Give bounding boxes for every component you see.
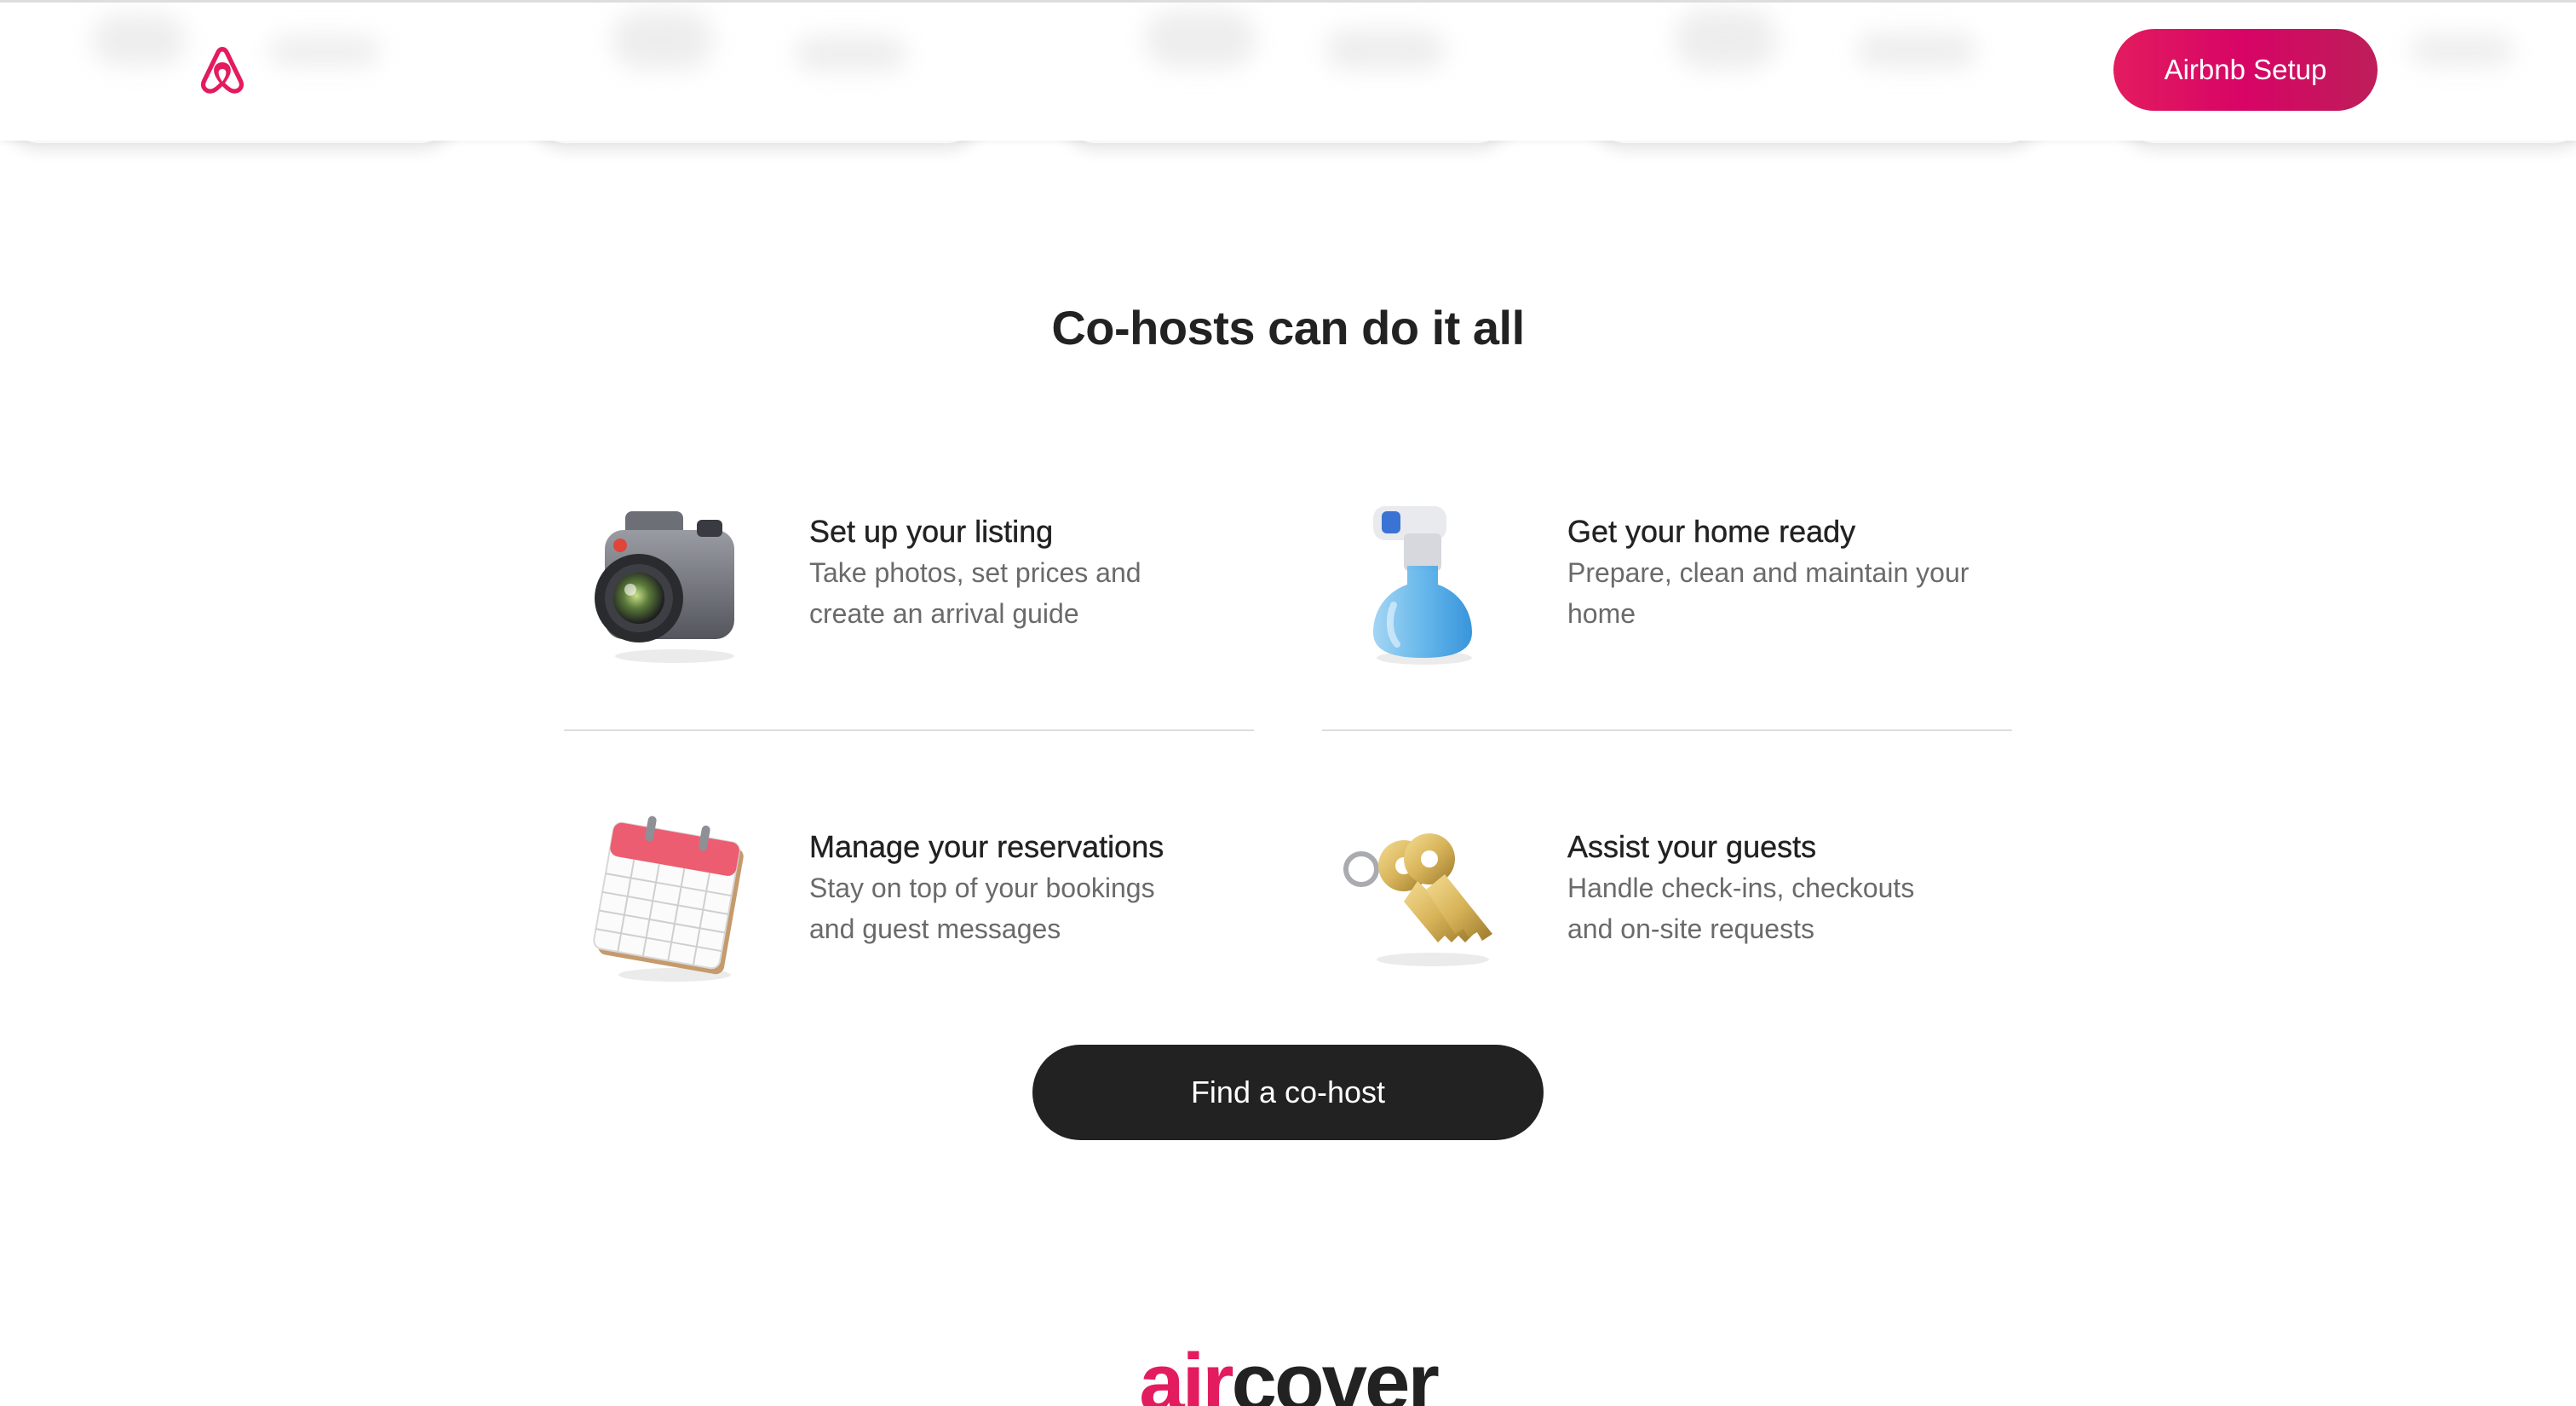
feature-description: Handle check-ins, checkouts bbox=[1567, 873, 1915, 903]
divider bbox=[1322, 729, 2012, 731]
feature-text: Set up your listing Take photos, set pri… bbox=[809, 511, 1252, 634]
airbnb-setup-button[interactable]: Airbnb Setup bbox=[2113, 29, 2378, 111]
blurred-content bbox=[1325, 30, 1445, 69]
feature-title: Manage your reservations bbox=[809, 829, 1164, 864]
blurred-content bbox=[92, 14, 186, 66]
page: Airbnb Setup Co-hosts can do it all Set … bbox=[0, 0, 2576, 1406]
aircover-cover-text: cover bbox=[1231, 1337, 1440, 1406]
feature-title: Set up your listing bbox=[809, 514, 1054, 549]
divider bbox=[564, 729, 1254, 731]
feature-title: Assist your guests bbox=[1567, 829, 1817, 864]
feature-description: create an arrival guide bbox=[809, 598, 1079, 629]
feature-description: Prepare, clean and maintain your bbox=[1567, 557, 1969, 588]
feature-description: Take photos, set prices and bbox=[809, 557, 1141, 588]
feature-assist-guests: Assist your guests Handle check-ins, che… bbox=[1322, 792, 2012, 1014]
feature-title: Get your home ready bbox=[1567, 514, 1856, 549]
aircover-air-text: air bbox=[1139, 1337, 1233, 1406]
spray-bottle-icon bbox=[1322, 477, 1527, 682]
feature-description: Stay on top of your bookings bbox=[809, 873, 1155, 903]
blurred-content bbox=[1675, 9, 1777, 69]
aircover-logo: aircover bbox=[0, 1336, 2576, 1406]
find-cohost-button[interactable]: Find a co-host bbox=[1032, 1045, 1544, 1140]
feature-description: and guest messages bbox=[809, 913, 1061, 944]
airbnb-logo-icon[interactable] bbox=[193, 41, 252, 101]
blurred-content bbox=[1857, 33, 1976, 67]
feature-description: home bbox=[1567, 598, 1636, 629]
blurred-content bbox=[612, 11, 714, 69]
keys-icon bbox=[1322, 792, 1527, 997]
calendar-icon bbox=[564, 792, 768, 997]
feature-text: Get your home ready Prepare, clean and m… bbox=[1567, 511, 2010, 634]
blurred-content bbox=[796, 37, 906, 71]
section-title: Co-hosts can do it all bbox=[1051, 301, 1525, 354]
feature-manage-reservations: Manage your reservations Stay on top of … bbox=[564, 792, 1254, 1014]
camera-icon bbox=[564, 477, 768, 682]
feature-text: Manage your reservations Stay on top of … bbox=[809, 827, 1252, 949]
blurred-content bbox=[1145, 11, 1256, 67]
feature-home-ready: Get your home ready Prepare, clean and m… bbox=[1322, 477, 2012, 699]
blurred-content bbox=[269, 37, 380, 66]
feature-text: Assist your guests Handle check-ins, che… bbox=[1567, 827, 2010, 949]
feature-setup-listing: Set up your listing Take photos, set pri… bbox=[564, 477, 1254, 699]
feature-description: and on-site requests bbox=[1567, 913, 1814, 944]
blurred-content bbox=[2411, 35, 2513, 66]
